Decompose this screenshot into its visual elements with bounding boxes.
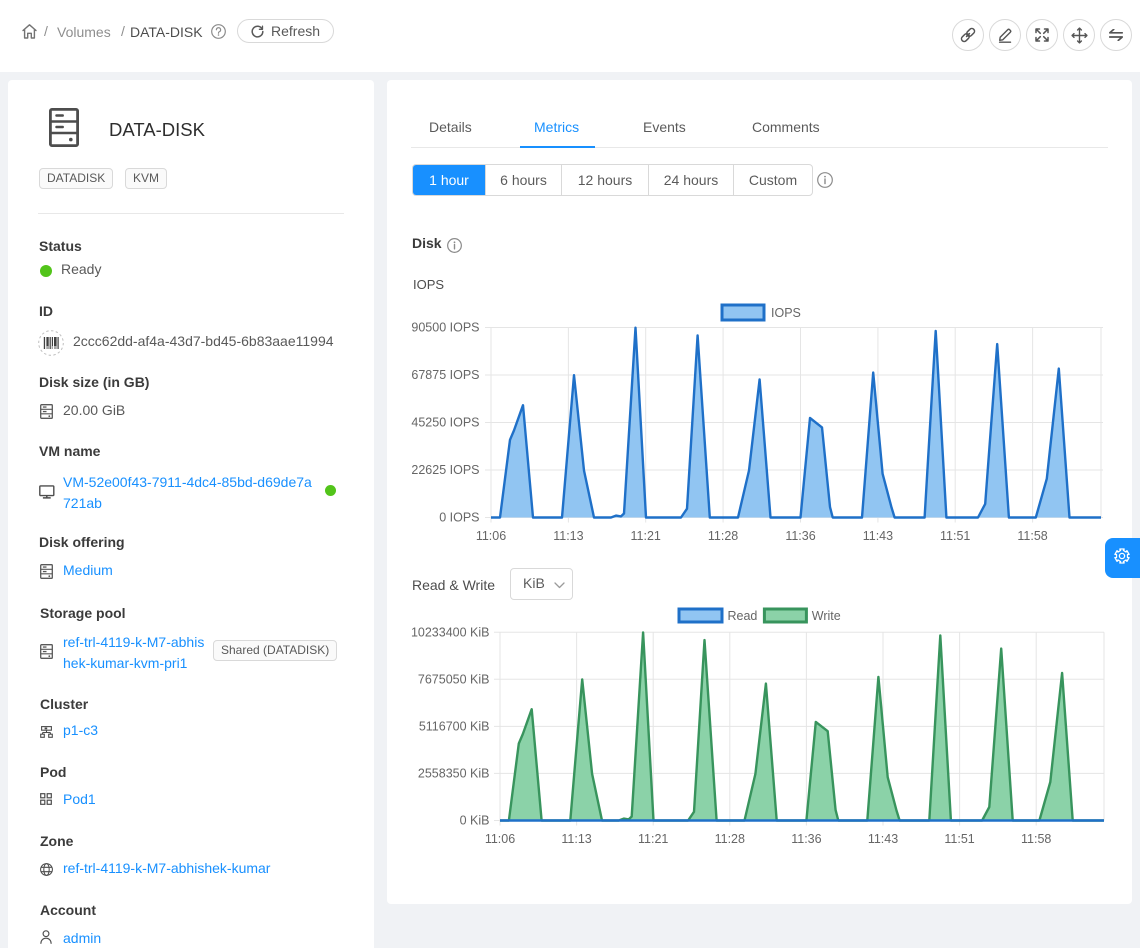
svg-text:11:28: 11:28 [708, 529, 738, 543]
svg-text:11:36: 11:36 [791, 832, 821, 846]
svg-text:IOPS: IOPS [771, 306, 801, 320]
svg-text:11:21: 11:21 [631, 529, 661, 543]
svg-text:11:13: 11:13 [553, 529, 583, 543]
svg-text:2558350 KiB: 2558350 KiB [418, 767, 490, 781]
svg-text:11:43: 11:43 [868, 832, 898, 846]
svg-text:0 IOPS: 0 IOPS [439, 511, 479, 525]
svg-text:11:58: 11:58 [1017, 529, 1047, 543]
svg-text:67875 IOPS: 67875 IOPS [411, 368, 479, 382]
svg-text:11:21: 11:21 [638, 832, 668, 846]
svg-text:11:06: 11:06 [485, 832, 515, 846]
svg-text:7675050 KiB: 7675050 KiB [418, 673, 490, 687]
svg-text:Write: Write [812, 609, 841, 623]
svg-text:11:06: 11:06 [476, 529, 506, 543]
svg-text:0 KiB: 0 KiB [460, 814, 490, 828]
svg-text:11:51: 11:51 [944, 832, 974, 846]
svg-text:11:13: 11:13 [561, 832, 591, 846]
svg-text:22625 IOPS: 22625 IOPS [411, 463, 479, 477]
svg-text:11:43: 11:43 [863, 529, 893, 543]
svg-text:45250 IOPS: 45250 IOPS [411, 416, 479, 430]
svg-text:Read: Read [728, 609, 758, 623]
svg-text:10233400 KiB: 10233400 KiB [411, 625, 490, 639]
svg-text:11:28: 11:28 [715, 832, 745, 846]
svg-text:11:51: 11:51 [940, 529, 970, 543]
svg-text:11:58: 11:58 [1021, 832, 1051, 846]
svg-text:5116700 KiB: 5116700 KiB [419, 720, 490, 734]
svg-text:90500 IOPS: 90500 IOPS [411, 321, 479, 335]
svg-text:11:36: 11:36 [785, 529, 815, 543]
